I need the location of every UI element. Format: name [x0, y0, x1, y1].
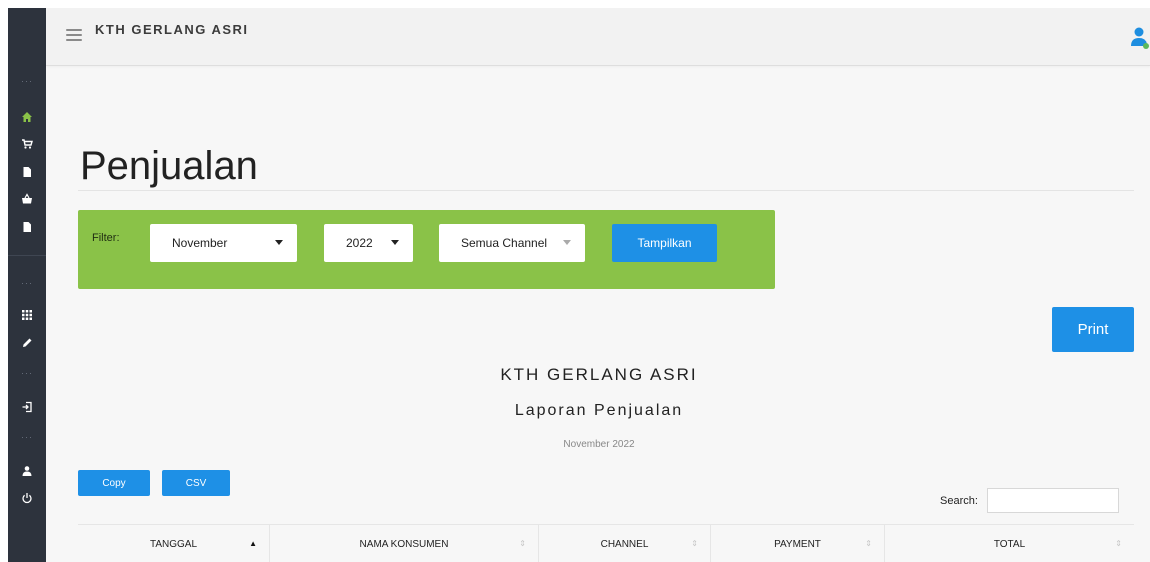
- filter-panel: Filter: November 2022 Semua Channel Tamp…: [78, 210, 775, 289]
- column-header-label: TANGGAL: [149, 538, 198, 550]
- sidebar-section-dots: ···: [21, 76, 33, 86]
- show-button[interactable]: Tampilkan: [612, 224, 717, 262]
- pencil-icon: [23, 338, 32, 347]
- file-icon: [23, 167, 31, 177]
- user-avatar-icon[interactable]: [1130, 26, 1150, 50]
- report-company: KTH GERLANG ASRI: [500, 365, 698, 384]
- top-navbar: KTH GERLANG ASRI: [46, 8, 1150, 66]
- year-select-value: 2022: [346, 236, 373, 250]
- search-label: Search:: [940, 495, 978, 507]
- sort-both-icon: ⇕: [865, 539, 872, 548]
- sidebar-section-dots: ···: [21, 278, 33, 288]
- power-icon: [22, 493, 32, 504]
- sort-both-icon: ⇕: [519, 539, 526, 548]
- column-header-nama-konsumen[interactable]: NAMA KONSUMEN ⇕: [270, 525, 539, 562]
- search-input[interactable]: [987, 488, 1119, 513]
- user-icon: [22, 466, 32, 476]
- month-select-value: November: [172, 236, 228, 250]
- sidebar-item-document[interactable]: [19, 164, 35, 180]
- sidebar-item-home[interactable]: [19, 109, 35, 125]
- grid-icon: [22, 310, 32, 320]
- channel-select[interactable]: Semua Channel: [439, 224, 585, 262]
- sidebar-item-cart[interactable]: [19, 136, 35, 152]
- report-title: Laporan Penjualan: [514, 402, 684, 419]
- sidebar: ··· ··· ··· ···: [8, 8, 46, 562]
- sidebar-item-grid[interactable]: [19, 307, 35, 323]
- sort-both-icon: ⇕: [1115, 539, 1122, 548]
- csv-button[interactable]: CSV: [162, 470, 230, 496]
- column-header-tanggal[interactable]: TANGGAL ▲: [78, 525, 270, 562]
- sidebar-item-report[interactable]: [19, 219, 35, 235]
- copy-button[interactable]: Copy: [78, 470, 150, 496]
- sort-asc-icon: ▲: [249, 539, 257, 548]
- column-header-total[interactable]: TOTAL ⇕: [885, 525, 1134, 562]
- column-header-channel[interactable]: CHANNEL ⇕: [539, 525, 711, 562]
- report-period: November 2022: [563, 439, 635, 450]
- year-select[interactable]: 2022: [324, 224, 413, 262]
- column-header-label: PAYMENT: [774, 538, 821, 550]
- chevron-down-icon: [275, 240, 283, 245]
- chevron-down-icon: [391, 240, 399, 245]
- sidebar-item-basket[interactable]: [19, 191, 35, 207]
- file-icon: [23, 222, 31, 232]
- month-select[interactable]: November: [150, 224, 297, 262]
- column-header-payment[interactable]: PAYMENT ⇕: [711, 525, 885, 562]
- app-window: ··· ··· ··· ··· KTH GERLANG ASRI Penjual…: [8, 8, 1150, 562]
- chevron-down-icon: [563, 240, 571, 245]
- sales-table-header: TANGGAL ▲ NAMA KONSUMEN ⇕ CHANNEL ⇕ PAYM…: [78, 524, 1134, 562]
- column-header-label: NAMA KONSUMEN: [359, 538, 449, 550]
- sidebar-divider: [8, 255, 46, 256]
- column-header-label: TOTAL: [993, 538, 1026, 550]
- print-button[interactable]: Print: [1052, 307, 1134, 352]
- cart-icon: [22, 139, 33, 149]
- title-divider: [78, 190, 1134, 191]
- basket-icon: [22, 193, 32, 204]
- home-icon: [22, 112, 32, 122]
- sidebar-item-user[interactable]: [19, 463, 35, 479]
- sort-both-icon: ⇕: [691, 539, 698, 548]
- brand-title: KTH GERLANG ASRI: [95, 22, 249, 37]
- channel-select-value: Semua Channel: [461, 236, 548, 250]
- sidebar-item-logout[interactable]: [19, 490, 35, 506]
- page-title: Penjualan: [80, 144, 258, 188]
- filter-label: Filter:: [92, 232, 120, 244]
- menu-toggle-icon[interactable]: [66, 29, 82, 41]
- column-header-label: CHANNEL: [600, 538, 649, 550]
- sidebar-item-edit[interactable]: [19, 335, 35, 351]
